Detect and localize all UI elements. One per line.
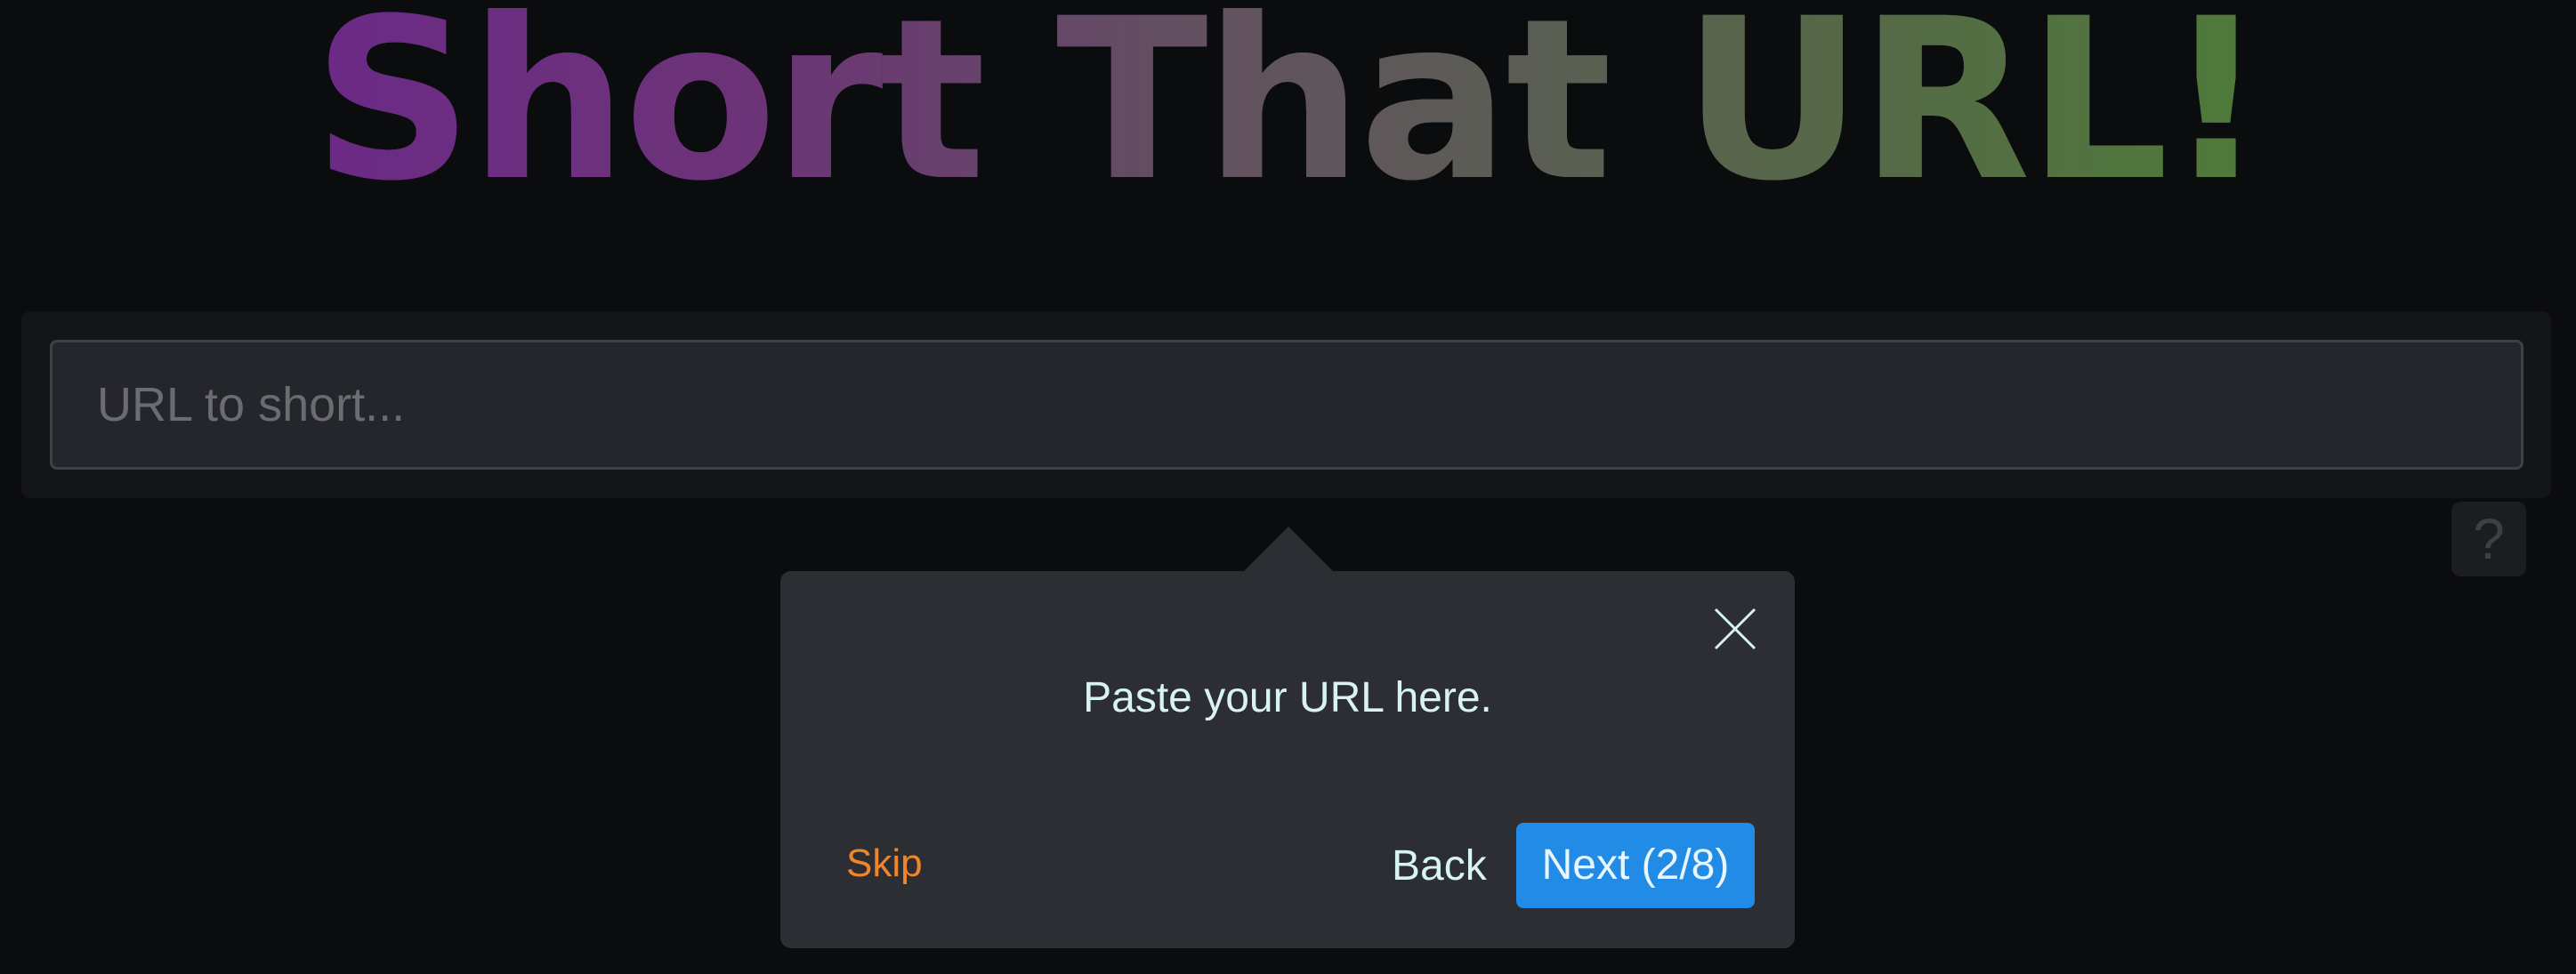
tour-skip-button[interactable]: Skip [841,841,928,887]
tour-message: Paste your URL here. [1083,674,1492,721]
tour-close-button[interactable] [1713,607,1757,651]
url-input-container [21,311,2551,498]
url-input[interactable] [50,340,2524,470]
help-button[interactable]: ? [2451,502,2526,576]
page-title-container: Short That URL! [0,0,2576,212]
page: Short That URL! ? Paste your URL here. S… [0,0,2576,974]
tour-popover-arrow [1242,527,1335,573]
close-icon [1714,608,1756,650]
page-title: Short That URL! [312,0,2266,212]
help-icon: ? [2473,507,2505,571]
tour-back-button[interactable]: Back [1386,839,1492,894]
tour-next-button[interactable]: Next (2/8) [1516,823,1755,908]
